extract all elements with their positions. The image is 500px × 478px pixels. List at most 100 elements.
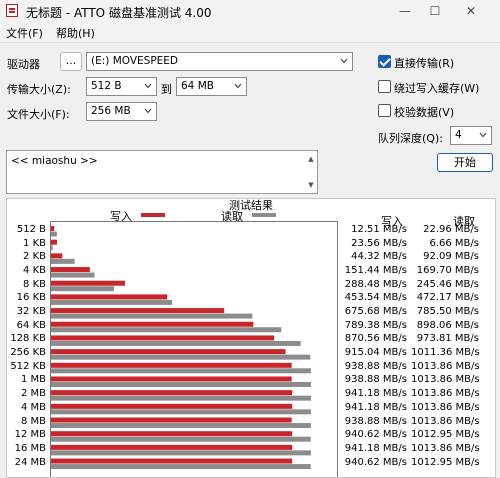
read-value: 92.09 MB/s bbox=[423, 251, 479, 263]
size-label: 256 KB bbox=[10, 347, 46, 359]
read-value: 1013.86 MB/s bbox=[411, 360, 480, 372]
size-label: 512 B bbox=[16, 224, 46, 235]
read-bar bbox=[51, 409, 311, 415]
read-bar bbox=[51, 327, 282, 333]
chevron-down-icon bbox=[144, 83, 152, 89]
write-value: 151.44 MB/s bbox=[344, 265, 407, 277]
write-legend-swatch bbox=[141, 213, 165, 217]
browse-button[interactable]: ... bbox=[60, 52, 82, 71]
write-value: 453.54 MB/s bbox=[344, 292, 407, 304]
read-value: 1011.36 MB/s bbox=[411, 347, 480, 359]
write-value: 938.88 MB/s bbox=[344, 360, 407, 372]
read-bar bbox=[51, 464, 311, 470]
menu-help[interactable]: 帮助(H) bbox=[56, 25, 95, 41]
size-label: 8 MB bbox=[20, 415, 46, 427]
read-bar bbox=[51, 395, 311, 401]
read-bar bbox=[51, 258, 75, 264]
read-value: 1013.86 MB/s bbox=[411, 374, 480, 386]
file-size-select[interactable]: 256 MB bbox=[86, 102, 157, 121]
verify-label: 校验数据(V) bbox=[394, 106, 455, 119]
menu-file[interactable]: 文件(F) bbox=[6, 25, 43, 41]
write-bar bbox=[51, 226, 55, 231]
write-bar bbox=[51, 390, 293, 396]
transfer-to-select[interactable]: 64 MB bbox=[176, 77, 247, 96]
bypass-cache-label: 绕过写入缓存(W) bbox=[394, 82, 480, 95]
size-label: 2 MB bbox=[20, 388, 46, 400]
size-label: 16 KB bbox=[16, 292, 46, 304]
scroll-down-icon[interactable]: ▼ bbox=[307, 181, 315, 189]
size-label: 32 KB bbox=[16, 306, 46, 318]
write-bar bbox=[51, 294, 168, 300]
verify-checkbox[interactable] bbox=[378, 104, 391, 117]
read-bar bbox=[51, 436, 311, 442]
size-label: 12 MB bbox=[14, 429, 46, 441]
write-bar bbox=[51, 458, 293, 464]
read-bar bbox=[51, 299, 173, 305]
write-value: 940.62 MB/s bbox=[344, 429, 407, 441]
read-value: 472.17 MB/s bbox=[416, 292, 479, 304]
write-bar bbox=[51, 403, 293, 409]
maximize-icon[interactable]: ☐ bbox=[422, 2, 448, 20]
write-bar bbox=[51, 308, 225, 314]
transfer-from-select[interactable]: 512 B bbox=[86, 77, 157, 96]
read-value: 1012.95 MB/s bbox=[411, 456, 480, 468]
read-value: 1013.86 MB/s bbox=[411, 415, 480, 427]
read-bar bbox=[51, 272, 95, 278]
file-size-value: 256 MB bbox=[91, 105, 131, 117]
results-panel: 测试结果 写入 读取 写入 读取 512 B 12.51 MB/s 22.96 MB… bbox=[6, 198, 496, 478]
transfer-size-label: 传输大小(Z): bbox=[7, 83, 71, 96]
drive-select[interactable]: (E:) MOVESPEED bbox=[86, 52, 353, 71]
size-label: 1 KB bbox=[23, 237, 46, 249]
bypass-cache-checkbox[interactable] bbox=[378, 80, 391, 93]
read-value: 22.96 MB/s bbox=[423, 224, 479, 235]
size-label: 4 KB bbox=[23, 265, 46, 277]
queue-depth-value: 4 bbox=[455, 129, 462, 141]
close-icon[interactable]: ✕ bbox=[458, 2, 484, 20]
read-value: 169.70 MB/s bbox=[416, 265, 479, 277]
queue-depth-select[interactable]: 4 bbox=[450, 126, 492, 145]
write-bar bbox=[51, 417, 292, 423]
read-bar bbox=[51, 340, 301, 346]
write-bar bbox=[51, 267, 90, 273]
write-bar bbox=[51, 431, 293, 437]
read-value: 245.46 MB/s bbox=[416, 278, 479, 290]
size-label: 2 KB bbox=[23, 251, 46, 263]
read-value: 6.66 MB/s bbox=[429, 237, 479, 249]
read-value: 1013.86 MB/s bbox=[411, 442, 480, 454]
write-value: 938.88 MB/s bbox=[344, 415, 407, 427]
size-label: 16 MB bbox=[14, 442, 46, 454]
description-text: << miaoshu >> bbox=[11, 155, 98, 167]
size-label: 1 MB bbox=[20, 374, 46, 386]
read-value: 1013.86 MB/s bbox=[411, 401, 480, 413]
chevron-down-icon bbox=[340, 58, 348, 64]
write-value: 940.62 MB/s bbox=[344, 456, 407, 468]
write-value: 938.88 MB/s bbox=[344, 374, 407, 386]
results-chart-bars bbox=[51, 226, 311, 470]
read-value: 973.81 MB/s bbox=[416, 333, 479, 345]
chevron-down-icon bbox=[144, 108, 152, 114]
description-textarea[interactable]: << miaoshu >> ▲ ▼ bbox=[6, 150, 318, 194]
size-label: 24 MB bbox=[14, 456, 46, 468]
write-bar bbox=[51, 239, 58, 245]
read-value: 898.06 MB/s bbox=[416, 319, 479, 331]
write-value: 789.38 MB/s bbox=[344, 319, 407, 331]
drive-label: 驱动器 bbox=[7, 58, 40, 71]
chevron-down-icon bbox=[479, 132, 487, 138]
read-bar bbox=[51, 368, 311, 374]
minimize-icon[interactable]: — bbox=[392, 2, 418, 20]
direct-io-checkbox[interactable] bbox=[378, 55, 391, 68]
write-value: 941.18 MB/s bbox=[344, 442, 407, 454]
read-value: 1012.95 MB/s bbox=[411, 429, 480, 441]
read-bar bbox=[51, 286, 114, 292]
size-label: 128 KB bbox=[10, 333, 46, 345]
read-value: 1013.86 MB/s bbox=[411, 388, 480, 400]
to-label: 到 bbox=[161, 83, 172, 96]
read-bar bbox=[51, 450, 311, 456]
start-button[interactable]: 开始 bbox=[437, 153, 493, 172]
read-bar bbox=[51, 354, 311, 360]
window-title: 无标题 - ATTO 磁盘基准测试 4.00 bbox=[26, 6, 212, 20]
write-value: 941.18 MB/s bbox=[344, 401, 407, 413]
read-bar bbox=[51, 313, 253, 319]
write-bar bbox=[51, 349, 286, 355]
scroll-up-icon[interactable]: ▲ bbox=[307, 155, 315, 163]
